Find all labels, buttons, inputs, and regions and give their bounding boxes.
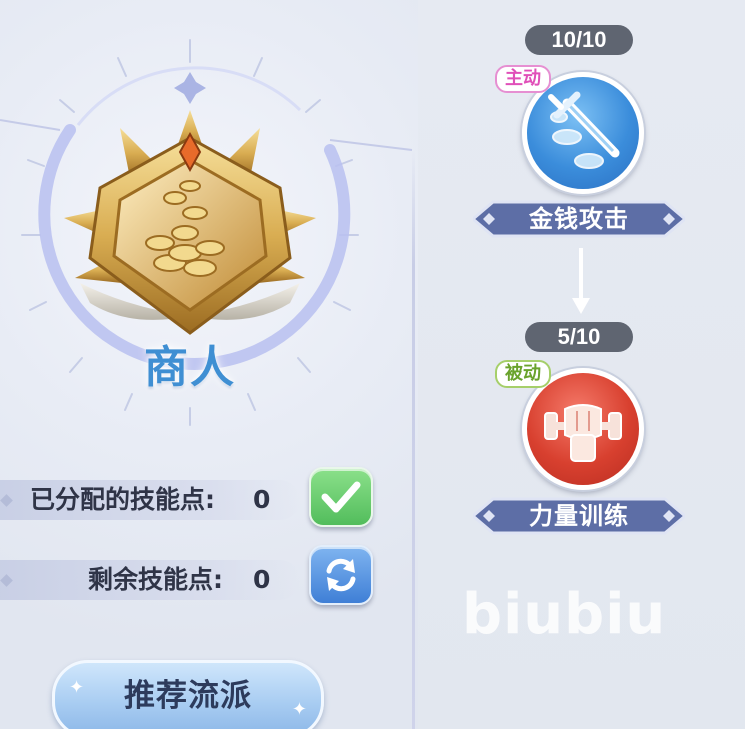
- confirm-button[interactable]: [309, 467, 373, 527]
- class-name-label: 商人: [144, 342, 236, 393]
- allocated-points-label: 已分配的技能点:: [30, 485, 215, 514]
- skill-type-tag-active: 主动: [495, 65, 551, 93]
- skill-level-badge: 10/10: [525, 25, 633, 55]
- watermark-text: biubiu: [462, 582, 667, 647]
- sword-coins-icon: [548, 91, 620, 169]
- sparkle-icon: ✦: [291, 699, 307, 720]
- skill-type-tag-passive: 被动: [495, 360, 551, 388]
- skill-name-label: 金钱攻击: [529, 205, 629, 233]
- panel-divider: [412, 150, 415, 729]
- sparkle-icon: ✦: [69, 677, 85, 698]
- skill-name-banner: 力量训练: [473, 495, 685, 537]
- remaining-points-label: 剩余技能点:: [88, 565, 223, 594]
- skill-screen: 商人 已分配的技能点: 0 剩余技能点: 0 推荐流派 ✦ ✦ 10/10 主动…: [0, 0, 745, 729]
- merchant-emblem-icon: [64, 110, 316, 335]
- skill-name-label: 力量训练: [529, 502, 629, 530]
- refresh-icon: [326, 558, 356, 592]
- fist-dumbbell-icon: [544, 404, 622, 462]
- skill-name-banner: 金钱攻击: [473, 198, 685, 240]
- allocated-points-value: 0: [253, 485, 271, 514]
- reset-button[interactable]: [309, 545, 373, 605]
- skill-level-badge: 5/10: [525, 322, 633, 352]
- skill-connector-arrow-icon: [572, 248, 590, 314]
- remaining-points-value: 0: [253, 565, 271, 594]
- recommend-build-label: 推荐流派: [124, 678, 252, 714]
- recommend-build-button[interactable]: 推荐流派 ✦ ✦: [52, 660, 324, 729]
- checkmark-icon: [321, 481, 361, 513]
